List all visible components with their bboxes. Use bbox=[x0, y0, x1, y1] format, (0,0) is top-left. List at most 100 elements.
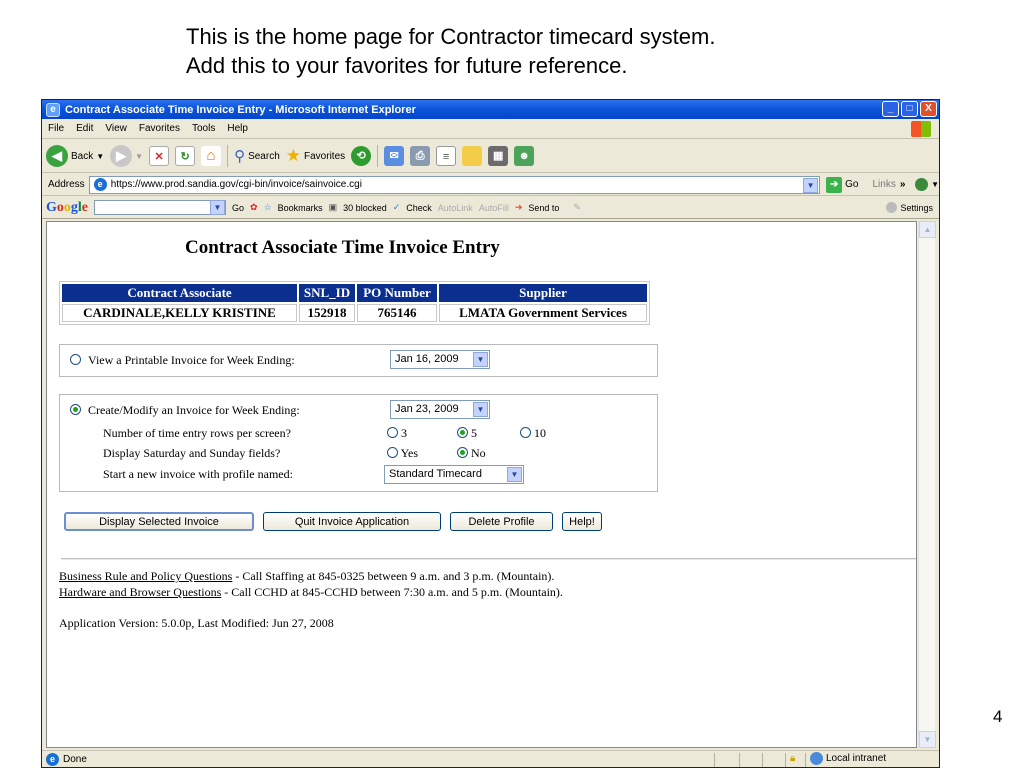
scroll-down-button[interactable]: ▼ bbox=[919, 731, 936, 748]
rows-option-5-label: 5 bbox=[471, 426, 477, 440]
messenger-icon[interactable]: ☻ bbox=[514, 146, 535, 166]
page-icon: e bbox=[46, 753, 59, 766]
view-week-value: Jan 16, 2009 bbox=[395, 353, 459, 365]
print-icon[interactable]: ⎙ bbox=[410, 146, 431, 166]
rows-radio-3[interactable] bbox=[387, 427, 398, 438]
minimize-button[interactable]: _ bbox=[882, 101, 899, 117]
view-invoice-radio[interactable] bbox=[70, 354, 81, 365]
create-week-select[interactable]: Jan 23, 2009 ▼ bbox=[390, 400, 490, 419]
addon-icon[interactable] bbox=[915, 178, 929, 191]
mail-icon[interactable]: ✉ bbox=[384, 146, 405, 166]
windows-flag-icon bbox=[911, 121, 931, 137]
view-week-select[interactable]: Jan 16, 2009 ▼ bbox=[390, 350, 490, 369]
chevron-down-icon: ▼ bbox=[135, 151, 144, 161]
hardware-browser-link[interactable]: Hardware and Browser Questions bbox=[59, 585, 221, 599]
pencil-icon[interactable]: ✎ bbox=[573, 202, 581, 213]
chevron-right-icon[interactable]: » bbox=[900, 179, 906, 190]
stop-icon[interactable]: ✕ bbox=[149, 146, 170, 166]
business-rules-link[interactable]: Business Rule and Policy Questions bbox=[59, 569, 232, 583]
forward-button[interactable]: ▶ ▼ bbox=[110, 145, 143, 167]
table-header-row: Contract Associate SNL_ID PO Number Supp… bbox=[62, 284, 647, 302]
status-divider bbox=[714, 753, 715, 767]
chevron-down-icon: ▼ bbox=[507, 467, 522, 482]
standard-toolbar: ◀ Back ▼ ▶ ▼ ✕ ↻ ⌂ ⚲ Search ★ Favorites … bbox=[42, 140, 939, 173]
create-invoice-radio[interactable] bbox=[70, 404, 81, 415]
refresh-icon[interactable]: ↻ bbox=[175, 146, 196, 166]
header-contract-associate: Contract Associate bbox=[62, 284, 297, 302]
status-text: Done bbox=[63, 754, 87, 765]
google-logo[interactable]: Google bbox=[46, 200, 88, 216]
browser-window: e Contract Associate Time Invoice Entry … bbox=[41, 99, 940, 768]
associate-table: Contract Associate SNL_ID PO Number Supp… bbox=[59, 281, 650, 325]
menu-tools[interactable]: Tools bbox=[192, 123, 215, 134]
check-button[interactable]: Check bbox=[406, 203, 432, 213]
weekend-yes-radio[interactable] bbox=[387, 447, 398, 458]
google-go-button[interactable]: Go bbox=[232, 203, 244, 213]
cell-po-number: 765146 bbox=[357, 304, 437, 322]
autofill-button[interactable]: AutoFill bbox=[479, 203, 509, 213]
menu-file[interactable]: File bbox=[48, 123, 64, 134]
profile-value: Standard Timecard bbox=[389, 468, 482, 480]
forward-arrow-icon: ▶ bbox=[110, 145, 133, 167]
menu-view[interactable]: View bbox=[105, 123, 127, 134]
display-invoice-button[interactable]: Display Selected Invoice bbox=[64, 512, 254, 531]
cell-snl-id: 152918 bbox=[299, 304, 355, 322]
send-to-button[interactable]: Send to bbox=[528, 203, 559, 213]
hardware-browser-text: - Call CCHD at 845-CCHD between 7:30 a.m… bbox=[221, 585, 563, 599]
action-buttons: Display Selected Invoice Quit Invoice Ap… bbox=[64, 512, 602, 531]
pagerank-icon[interactable]: ✿ bbox=[250, 202, 258, 213]
delete-profile-button[interactable]: Delete Profile bbox=[450, 512, 553, 531]
address-url: https://www.prod.sandia.gov/cgi-bin/invo… bbox=[110, 179, 362, 190]
menu-help[interactable]: Help bbox=[227, 123, 248, 134]
chevron-down-icon: ▼ bbox=[96, 151, 105, 161]
links-button[interactable]: Links bbox=[872, 179, 895, 190]
edit-icon[interactable]: ≡ bbox=[436, 146, 457, 166]
chevron-down-icon[interactable]: ▼ bbox=[210, 200, 225, 215]
page-title: Contract Associate Time Invoice Entry bbox=[185, 237, 500, 258]
menu-favorites[interactable]: Favorites bbox=[139, 123, 180, 134]
create-week-value: Jan 23, 2009 bbox=[395, 403, 459, 415]
search-button[interactable]: ⚲ Search bbox=[234, 147, 280, 165]
address-bar: Address e https://www.prod.sandia.gov/cg… bbox=[42, 174, 939, 196]
view-invoice-panel: View a Printable Invoice for Week Ending… bbox=[59, 344, 658, 377]
weekend-no-radio[interactable] bbox=[457, 447, 468, 458]
blocked-count[interactable]: 30 blocked bbox=[343, 203, 387, 213]
scroll-up-button[interactable]: ▲ bbox=[919, 221, 936, 238]
chevron-down-icon[interactable]: ▼ bbox=[931, 180, 939, 189]
bookmarks-button[interactable]: Bookmarks bbox=[278, 203, 323, 213]
vertical-scrollbar[interactable]: ▲ ▼ bbox=[918, 221, 936, 748]
profile-select[interactable]: Standard Timecard ▼ bbox=[384, 465, 524, 484]
rows-radio-5[interactable] bbox=[457, 427, 468, 438]
back-button[interactable]: ◀ Back ▼ bbox=[46, 145, 104, 167]
history-icon[interactable]: ⟲ bbox=[351, 146, 372, 166]
address-input[interactable]: e https://www.prod.sandia.gov/cgi-bin/in… bbox=[88, 175, 821, 194]
google-search-input[interactable]: ▼ bbox=[94, 200, 226, 215]
popup-blocker-icon: ▣ bbox=[328, 202, 338, 212]
autolink-button[interactable]: AutoLink bbox=[438, 203, 473, 213]
quit-application-button[interactable]: Quit Invoice Application bbox=[263, 512, 441, 531]
home-icon[interactable]: ⌂ bbox=[201, 146, 222, 166]
star-icon[interactable]: ☆ bbox=[264, 202, 272, 213]
back-label: Back bbox=[71, 150, 94, 162]
maximize-button[interactable]: □ bbox=[901, 101, 918, 117]
status-bar: e Done 🔒︎ Local intranet bbox=[42, 750, 939, 767]
help-button[interactable]: Help! bbox=[562, 512, 602, 531]
settings-button[interactable]: Settings bbox=[886, 202, 933, 213]
cell-supplier: LMATA Government Services bbox=[439, 304, 647, 322]
folder-icon[interactable] bbox=[462, 146, 483, 166]
research-icon[interactable]: ▦ bbox=[488, 146, 509, 166]
intranet-icon bbox=[810, 752, 823, 765]
title-bar[interactable]: e Contract Associate Time Invoice Entry … bbox=[42, 100, 939, 119]
rows-radio-10[interactable] bbox=[520, 427, 531, 438]
slide-number: 4 bbox=[993, 707, 1003, 726]
chevron-down-icon[interactable]: ▼ bbox=[803, 177, 819, 193]
go-button[interactable]: ➔ Go bbox=[826, 176, 858, 193]
menu-edit[interactable]: Edit bbox=[76, 123, 93, 134]
chevron-down-icon: ▼ bbox=[473, 352, 488, 367]
security-zone[interactable]: Local intranet bbox=[810, 752, 886, 765]
header-supplier: Supplier bbox=[439, 284, 647, 302]
close-button[interactable]: X bbox=[920, 101, 937, 117]
zone-label: Local intranet bbox=[826, 753, 887, 764]
favorites-button[interactable]: ★ Favorites bbox=[286, 146, 345, 166]
toolbar-separator bbox=[227, 145, 229, 167]
